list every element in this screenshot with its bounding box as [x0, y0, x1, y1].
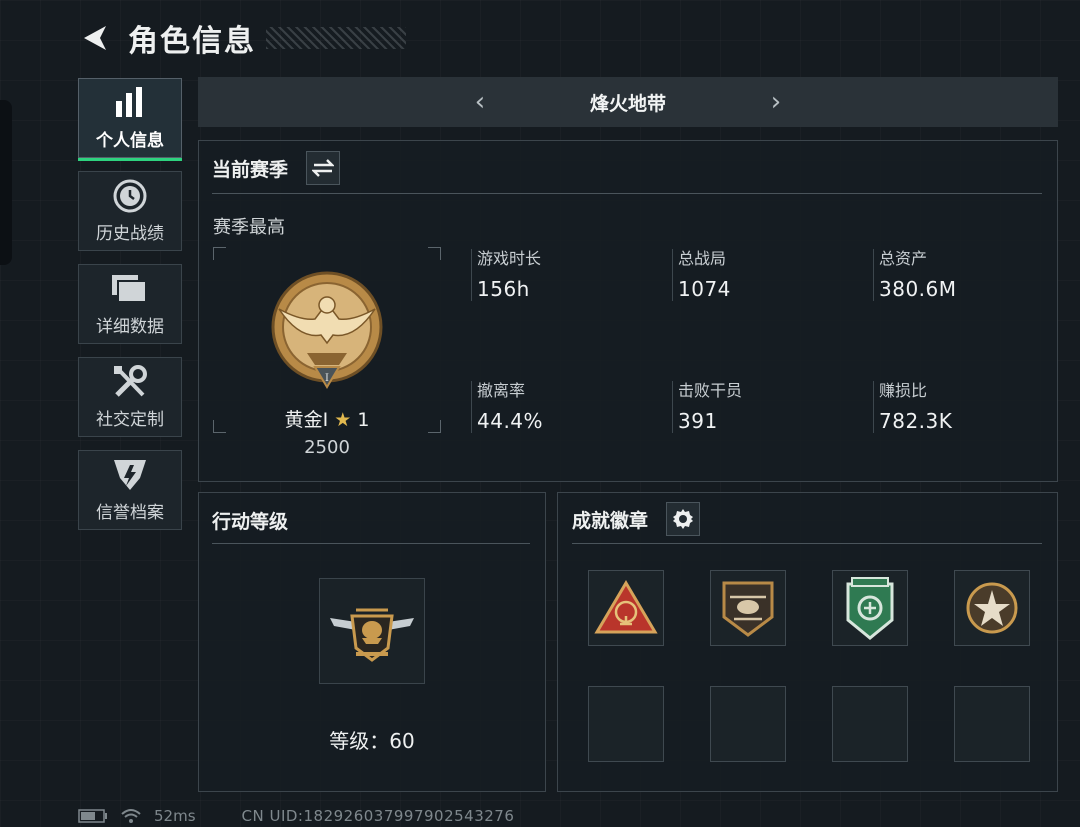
gold-rank-emblem-icon: I — [271, 271, 383, 389]
sidebar-item-personal-info[interactable]: 个人信息 — [78, 78, 182, 161]
frame-corner — [428, 247, 441, 260]
badge-slot-empty[interactable] — [588, 686, 664, 762]
sidebar-item-social[interactable]: 社交定制 — [78, 357, 182, 437]
green-shield-badge-icon — [846, 577, 894, 640]
back-button[interactable] — [78, 21, 112, 55]
season-panel: 当前赛季 赛季最高 I 黄金Ⅰ ★ 1 2500 游戏时长 156h 总战局 1… — [198, 140, 1058, 482]
sidebar-item-label: 详细数据 — [96, 316, 164, 337]
rank-card: I 黄金Ⅰ ★ 1 2500 — [213, 247, 441, 458]
stat-separator — [873, 381, 874, 433]
badge-slot-empty[interactable] — [710, 686, 786, 762]
sidebar-item-history[interactable]: 历史战绩 — [78, 171, 182, 251]
stat-separator — [873, 249, 874, 301]
helicopter-wings-emblem-icon — [330, 608, 414, 662]
achievements-header: 成就徽章 — [572, 502, 701, 536]
level-emblem-frame[interactable] — [319, 578, 425, 684]
stat-separator — [672, 249, 673, 301]
stat-value: 391 — [678, 409, 718, 433]
shield-emblem-icon — [112, 458, 148, 492]
season-best-label: 赛季最高 — [213, 217, 285, 238]
stat-extract-rate: 撤离率 44.4% — [471, 377, 543, 433]
badge-slot[interactable] — [832, 570, 908, 646]
stat-value: 156h — [477, 277, 530, 301]
action-level-header: 行动等级 — [212, 507, 288, 534]
achievements-panel: 成就徽章 — [557, 492, 1058, 792]
rank-name: 黄金Ⅰ ★ 1 — [213, 405, 441, 432]
title-decoration — [266, 27, 406, 49]
chevron-left-icon[interactable]: ‹ — [460, 87, 500, 117]
stat-label: 赚损比 — [879, 381, 928, 400]
action-level-divider — [212, 543, 530, 544]
history-clock-icon — [112, 179, 148, 213]
ping-value: 52ms — [154, 807, 196, 825]
stat-separator — [471, 381, 472, 433]
wifi-icon — [121, 809, 141, 823]
badge-slot-empty[interactable] — [832, 686, 908, 762]
achievements-divider — [572, 543, 1042, 544]
achievements-settings-button[interactable] — [666, 502, 701, 536]
triangle-badge-icon — [594, 580, 658, 634]
sidebar-item-reputation[interactable]: 信誉档案 — [78, 450, 182, 530]
sidebar-item-label: 个人信息 — [96, 130, 164, 151]
stat-operators-defeated: 击败干员 391 — [672, 377, 742, 433]
rank-score: 2500 — [304, 437, 350, 458]
action-level-panel: 行动等级 等级：60 — [198, 492, 546, 792]
bar-chart-icon — [113, 86, 147, 120]
tools-icon — [112, 364, 148, 399]
stat-label: 总战局 — [678, 249, 727, 268]
rank-stars: 1 — [357, 409, 370, 431]
stat-value: 1074 — [678, 277, 731, 301]
season-divider — [212, 193, 1042, 194]
badge-slot[interactable] — [710, 570, 786, 646]
page-header: 角色信息 — [78, 18, 406, 59]
star-badge-icon — [966, 582, 1018, 634]
badge-slot[interactable] — [588, 570, 664, 646]
mode-title: 烽火地带 — [589, 92, 666, 115]
season-header: 当前赛季 — [212, 151, 341, 185]
sidebar-item-label: 历史战绩 — [96, 223, 164, 244]
achievements-title: 成就徽章 — [572, 509, 649, 532]
left-edge-tab — [0, 100, 12, 265]
svg-text:I: I — [325, 373, 329, 384]
mode-selector: ‹ 烽火地带 › — [198, 77, 1058, 127]
stat-play-time: 游戏时长 156h — [471, 245, 541, 301]
stat-profit-ratio: 赚损比 782.3K — [873, 377, 952, 433]
stat-label: 撤离率 — [477, 381, 526, 400]
stat-value: 44.4% — [477, 409, 544, 433]
stat-total-assets: 总资产 380.6M — [873, 245, 957, 301]
status-bar: 52ms CN UID:1829260379979025432​76 — [78, 805, 514, 827]
sidebar-item-label: 信誉档案 — [96, 502, 164, 523]
rank-tier: 黄金Ⅰ — [284, 409, 329, 431]
stat-value: 782.3K — [879, 409, 953, 433]
sidebar-item-label: 社交定制 — [96, 409, 164, 430]
badge-slot-empty[interactable] — [954, 686, 1030, 762]
stat-label: 游戏时长 — [477, 249, 542, 268]
action-level-title: 行动等级 — [212, 511, 289, 533]
stat-separator — [471, 249, 472, 301]
stat-separator — [672, 381, 673, 433]
folders-icon — [111, 272, 149, 306]
sidebar-item-detail-data[interactable]: 详细数据 — [78, 264, 182, 344]
stat-total-matches: 总战局 1074 — [672, 245, 731, 301]
sidebar: 个人信息 历史战绩 详细数据 社交定制 信誉档案 — [78, 78, 184, 543]
gear-icon — [673, 509, 694, 529]
season-title: 当前赛季 — [212, 158, 289, 181]
swap-arrows-icon — [312, 159, 335, 177]
stat-label: 总资产 — [879, 249, 928, 268]
stat-value: 380.6M — [879, 277, 957, 301]
switch-season-button[interactable] — [306, 151, 341, 185]
user-uid: CN UID:1829260379979025432​76 — [241, 807, 515, 825]
star-icon: ★ — [334, 409, 352, 431]
page-title: 角色信息 — [128, 24, 256, 59]
badge-slot[interactable] — [954, 570, 1030, 646]
level-value: 等级：60 — [329, 729, 415, 753]
battery-icon — [78, 809, 107, 823]
helicopter-badge-icon — [722, 581, 774, 637]
chevron-right-icon[interactable]: › — [756, 87, 796, 117]
frame-corner — [213, 247, 226, 260]
stat-label: 击败干员 — [678, 381, 743, 400]
back-arrow-icon — [84, 26, 106, 50]
